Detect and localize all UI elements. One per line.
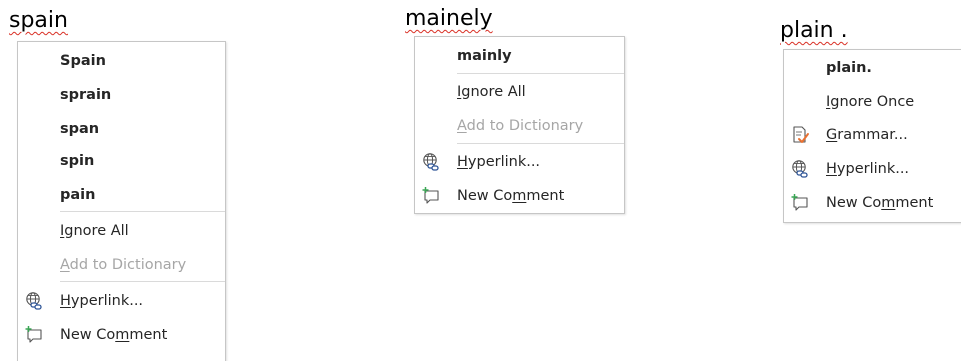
suggestion-sprain[interactable]: sprain — [18, 78, 225, 112]
hyperlink-globe-icon — [421, 152, 441, 172]
hyperlink-globe-icon — [24, 291, 44, 311]
new-comment-label: New Comment — [60, 327, 168, 343]
hyperlink-item[interactable]: Hyperlink... — [784, 152, 961, 186]
misspelled-word-mainely: mainely — [405, 6, 493, 31]
new-comment-icon — [24, 325, 44, 345]
hyperlink-label: Hyperlink... — [826, 161, 910, 177]
context-menu-plain: plain. Ignore Once Grammar... Hyperlink.… — [783, 49, 961, 223]
add-to-dictionary-label: Add to Dictionary — [60, 257, 187, 273]
hyperlink-item[interactable]: Hyperlink... — [18, 284, 225, 318]
ignore-once-label: Ignore Once — [826, 94, 915, 110]
suggestion-label: spin — [60, 153, 95, 169]
misspelled-word-plain: plain . — [780, 18, 848, 43]
menu-separator — [457, 73, 624, 74]
suggestion-label: sprain — [60, 87, 112, 103]
add-to-dictionary-item: Add to Dictionary — [415, 109, 624, 143]
new-comment-icon — [790, 193, 810, 213]
new-comment-item[interactable]: New Comment — [784, 186, 961, 220]
new-comment-item[interactable]: New Comment — [18, 318, 225, 352]
grammar-check-icon — [790, 125, 810, 145]
context-menu-mainely: mainly Ignore All Add to Dictionary Hype… — [414, 36, 625, 214]
menu-separator — [60, 281, 225, 282]
suggestion-pain[interactable]: pain — [18, 178, 225, 212]
hyperlink-label: Hyperlink... — [457, 154, 541, 170]
add-to-dictionary-item: Add to Dictionary — [18, 248, 225, 282]
ignore-all-label: Ignore All — [457, 84, 526, 100]
suggestion-label: Spain — [60, 53, 106, 69]
suggestion-plain[interactable]: plain. — [784, 51, 961, 85]
new-comment-label: New Comment — [826, 195, 934, 211]
suggestion-span[interactable]: span — [18, 112, 225, 146]
suggestion-spain[interactable]: Spain — [18, 44, 225, 78]
hyperlink-globe-icon — [790, 159, 810, 179]
misspelled-word-spain: spain — [9, 8, 68, 33]
suggestion-label: plain. — [826, 60, 872, 76]
ignore-all-item[interactable]: Ignore All — [18, 214, 225, 248]
grammar-label: Grammar... — [826, 127, 908, 143]
add-to-dictionary-label: Add to Dictionary — [457, 118, 584, 134]
ignore-all-label: Ignore All — [60, 223, 129, 239]
context-menu-spain: Spain sprain span spin pain Ignore All A… — [17, 41, 226, 361]
suggestion-label: span — [60, 121, 100, 137]
ignore-all-item[interactable]: Ignore All — [415, 75, 624, 109]
suggestion-spin[interactable]: spin — [18, 144, 225, 178]
suggestion-label: pain — [60, 187, 96, 203]
suggestion-mainly[interactable]: mainly — [415, 39, 624, 73]
ignore-once-item[interactable]: Ignore Once — [784, 85, 961, 119]
new-comment-icon — [421, 186, 441, 206]
hyperlink-item[interactable]: Hyperlink... — [415, 145, 624, 179]
menu-separator — [457, 143, 624, 144]
menu-separator — [60, 211, 225, 212]
hyperlink-label: Hyperlink... — [60, 293, 144, 309]
grammar-item[interactable]: Grammar... — [784, 118, 961, 152]
suggestion-label: mainly — [457, 48, 512, 64]
new-comment-item[interactable]: New Comment — [415, 179, 624, 213]
new-comment-label: New Comment — [457, 188, 565, 204]
